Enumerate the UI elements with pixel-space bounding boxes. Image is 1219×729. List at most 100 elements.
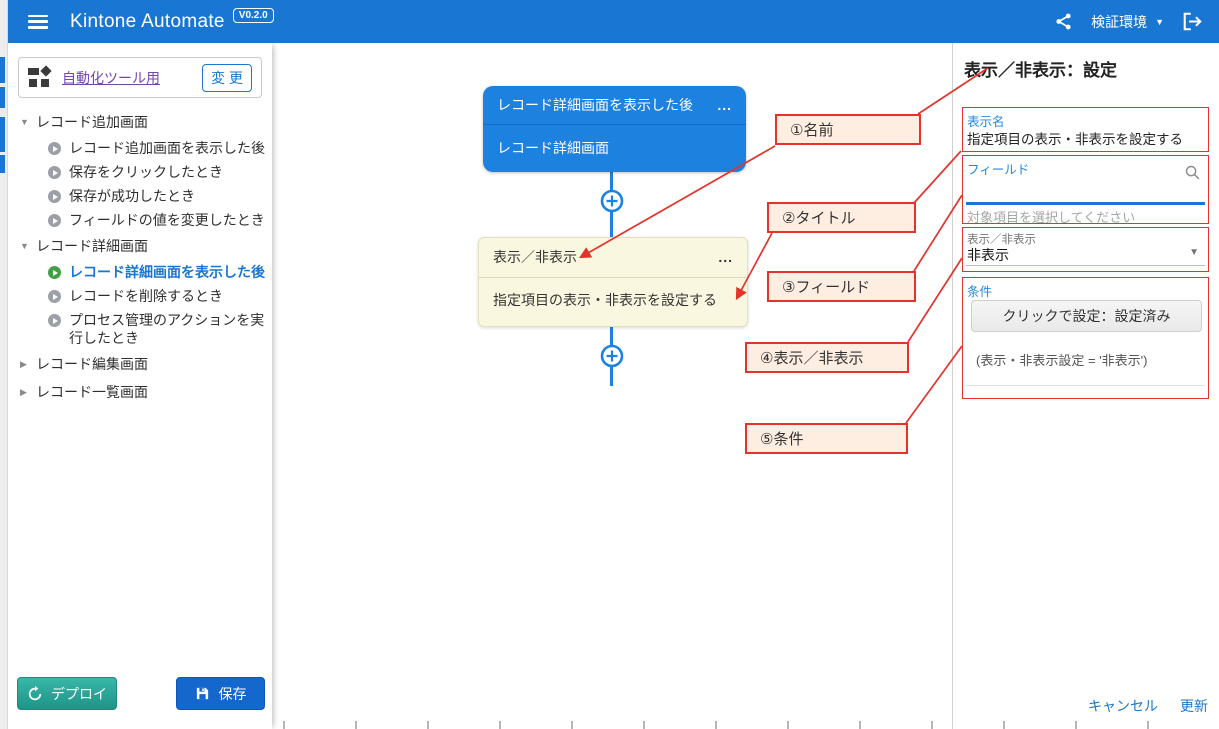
ellipsis-menu-icon[interactable]: ... <box>717 101 732 109</box>
bottom-ruler-ticks <box>283 721 1219 729</box>
deploy-button-label: デプロイ <box>51 684 107 704</box>
condition-section: 条件 クリックで設定：設定済み (表示・非表示設定 = '非表示') <box>962 277 1209 399</box>
environment-selector[interactable]: 検証環境 ▼ <box>1091 12 1164 32</box>
play-circle-icon <box>48 166 61 179</box>
app-window: Kintone Automate V0.2.0 検証環境 ▼ 自動化ツール用 変… <box>0 0 1219 729</box>
triangle-down-icon[interactable]: ▼ <box>20 117 30 127</box>
tree-group-record-edit[interactable]: ▶ レコード編集画面 <box>8 350 272 378</box>
app-name-link[interactable]: 自動化ツール用 <box>62 68 160 88</box>
edge-dash <box>0 117 5 152</box>
tree-item-label: レコードを削除するとき <box>69 287 266 305</box>
tree-item-label: フィールドの値を変更したとき <box>69 211 266 229</box>
tree-group-record-list[interactable]: ▶ レコード一覧画面 <box>8 378 272 406</box>
display-name-value[interactable]: 指定項目の表示・非表示を設定する <box>967 128 1183 148</box>
event-tree: ▼ レコード追加画面 レコード追加画面を表示した後 保存をクリックしたとき 保存… <box>8 108 272 406</box>
triangle-right-icon[interactable]: ▶ <box>20 359 30 370</box>
annotation-condition: ⑤条件 <box>745 423 908 454</box>
save-button-label: 保存 <box>219 684 247 704</box>
floppy-icon <box>195 686 210 701</box>
trigger-card-subtitle: レコード詳細画面 <box>497 138 609 158</box>
annotation-label: ③フィールド <box>782 276 870 297</box>
action-card-subtitle: 指定項目の表示・非表示を設定する <box>493 290 717 310</box>
cancel-link[interactable]: キャンセル <box>1088 696 1158 716</box>
tree-item-field-changed[interactable]: フィールドの値を変更したとき <box>8 208 272 232</box>
deploy-button[interactable]: デプロイ <box>17 677 117 710</box>
tree-group-label: レコード一覧画面 <box>36 382 148 402</box>
tree-item-add-shown[interactable]: レコード追加画面を表示した後 <box>8 136 272 160</box>
share-icon[interactable] <box>1054 12 1073 31</box>
field-input-underline[interactable] <box>966 202 1205 205</box>
ellipsis-menu-icon[interactable]: ... <box>718 253 733 261</box>
field-select-field: フィールド 対象項目を選択してください <box>962 155 1209 224</box>
trigger-card-title: レコード詳細画面を表示した後 <box>497 95 693 115</box>
triangle-down-icon[interactable]: ▼ <box>20 241 30 251</box>
hamburger-menu-icon[interactable] <box>28 15 48 29</box>
edge-dash <box>0 57 5 83</box>
tree-item-record-delete[interactable]: レコードを削除するとき <box>8 284 272 308</box>
play-circle-icon <box>48 214 61 227</box>
annotation-field: ③フィールド <box>767 271 916 302</box>
annotation-label: ②タイトル <box>782 207 855 228</box>
app-title: Kintone Automate <box>70 11 225 33</box>
tree-item-detail-shown-selected[interactable]: レコード詳細画面を表示した後 <box>8 260 272 284</box>
edge-dash <box>0 87 5 108</box>
tree-item-process-action[interactable]: プロセス管理のアクションを実行したとき <box>8 308 272 350</box>
display-name-field: 表示名 指定項目の表示・非表示を設定する <box>962 107 1209 152</box>
tree-group-record-add[interactable]: ▼ レコード追加画面 <box>8 108 272 136</box>
play-circle-icon <box>48 142 61 155</box>
action-card[interactable]: 表示／非表示 ... 指定項目の表示・非表示を設定する <box>478 237 748 327</box>
tree-item-label: プロセス管理のアクションを実行したとき <box>69 311 266 347</box>
select-underline <box>966 265 1205 266</box>
sidebar: 自動化ツール用 変 更 ▼ レコード追加画面 レコード追加画面を表示した後 保存… <box>8 43 272 729</box>
condition-summary: (表示・非表示設定 = '非表示') <box>976 350 1147 369</box>
annotation-label: ①名前 <box>790 119 833 140</box>
chevron-down-icon: ▼ <box>1155 17 1164 27</box>
trigger-card[interactable]: レコード詳細画面を表示した後 ... レコード詳細画面 <box>483 86 746 172</box>
app-selector-box: 自動化ツール用 変 更 <box>18 57 262 98</box>
annotation-visibility: ④表示／非表示 <box>745 342 909 373</box>
app-grid-icon <box>28 66 52 90</box>
panel-title: 表示／非表示：設定 <box>964 56 1117 81</box>
play-circle-icon <box>48 314 61 327</box>
condition-setting-button[interactable]: クリックで設定：設定済み <box>971 300 1202 332</box>
action-card-title: 表示／非表示 <box>493 247 577 267</box>
sync-icon <box>27 686 43 702</box>
environment-label: 検証環境 <box>1091 12 1147 32</box>
play-circle-icon <box>48 266 61 279</box>
search-icon[interactable] <box>1184 164 1201 186</box>
save-button[interactable]: 保存 <box>176 677 265 710</box>
tree-item-label: レコード追加画面を表示した後 <box>69 139 266 157</box>
condition-label: 条件 <box>967 281 992 300</box>
triangle-right-icon[interactable]: ▶ <box>20 387 30 398</box>
edge-dash <box>0 155 5 173</box>
annotation-label: ⑤条件 <box>760 428 803 449</box>
tree-group-label: レコード詳細画面 <box>36 236 148 256</box>
play-circle-icon <box>48 290 61 303</box>
annotation-title: ②タイトル <box>767 202 916 233</box>
field-helper-text: 対象項目を選択してください <box>967 207 1135 226</box>
annotation-label: ④表示／非表示 <box>760 347 863 368</box>
app-header: Kintone Automate V0.2.0 検証環境 ▼ <box>8 0 1219 43</box>
divider <box>966 385 1205 386</box>
add-node-button[interactable] <box>600 344 624 368</box>
settings-panel: 表示／非表示：設定 表示名 指定項目の表示・非表示を設定する フィールド 対象項… <box>952 43 1219 729</box>
field-select-label: フィールド <box>967 159 1029 178</box>
caret-down-icon[interactable]: ▼ <box>1189 247 1199 258</box>
tree-group-record-detail[interactable]: ▼ レコード詳細画面 <box>8 232 272 260</box>
visibility-value: 非表示 <box>967 245 1009 265</box>
change-app-button[interactable]: 変 更 <box>202 64 252 92</box>
tree-item-label: レコード詳細画面を表示した後 <box>69 263 266 281</box>
add-node-button[interactable] <box>600 189 624 213</box>
tree-item-save-success[interactable]: 保存が成功したとき <box>8 184 272 208</box>
tree-group-label: レコード追加画面 <box>36 112 148 132</box>
window-edge-strip <box>0 0 8 729</box>
visibility-select[interactable]: 表示／非表示 非表示 ▼ <box>962 227 1209 272</box>
tree-group-label: レコード編集画面 <box>36 354 148 374</box>
tree-item-label: 保存が成功したとき <box>69 187 266 205</box>
tree-item-save-clicked[interactable]: 保存をクリックしたとき <box>8 160 272 184</box>
play-circle-icon <box>48 190 61 203</box>
update-link[interactable]: 更新 <box>1180 696 1208 716</box>
logout-icon[interactable] <box>1182 12 1203 31</box>
version-badge: V0.2.0 <box>233 8 274 23</box>
tree-item-label: 保存をクリックしたとき <box>69 163 266 181</box>
